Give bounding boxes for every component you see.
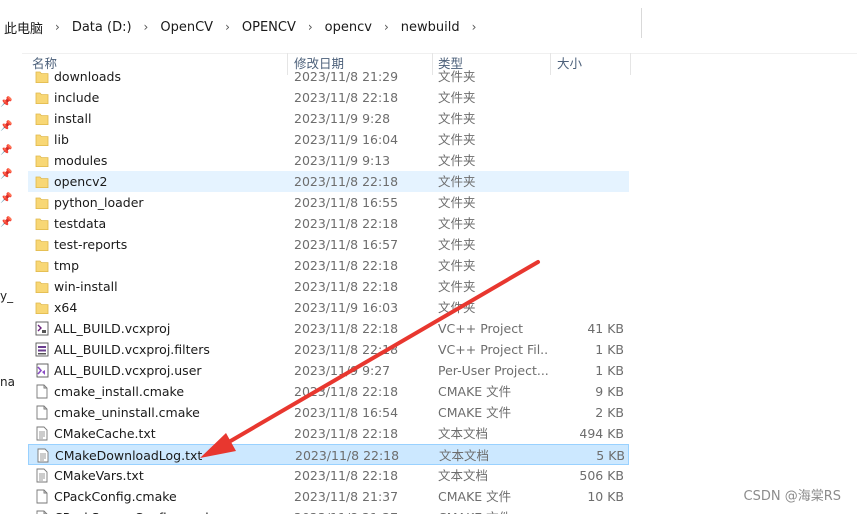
watermark: CSDN @海棠RS: [743, 489, 841, 504]
annotation-arrow: [200, 260, 540, 458]
